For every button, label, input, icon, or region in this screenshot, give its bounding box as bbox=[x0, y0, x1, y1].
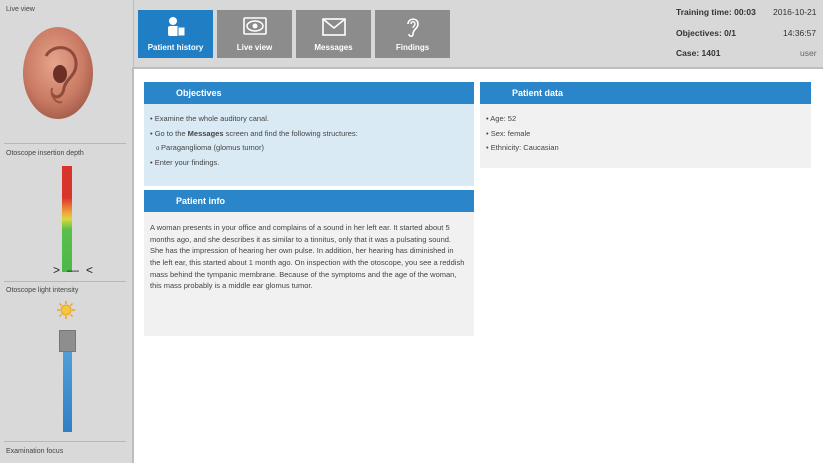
tab-live-view[interactable]: Live view bbox=[217, 10, 292, 58]
objectives-count: Objectives: 0/1 bbox=[676, 28, 737, 38]
tab-findings[interactable]: Findings bbox=[375, 10, 450, 58]
patient-ethnicity: Ethnicity: Caucasian bbox=[486, 141, 805, 156]
objective-sub-item: Paraganglioma (glomus tumor) bbox=[156, 141, 468, 156]
objective-item: Enter your findings. bbox=[150, 156, 468, 171]
sun-icon bbox=[57, 301, 75, 319]
live-view-label: Live view bbox=[6, 6, 35, 13]
patient-age: Age: 52 bbox=[486, 112, 805, 127]
insertion-depth-bar bbox=[62, 166, 72, 272]
main-content: Objectives Examine the whole auditory ca… bbox=[132, 67, 823, 463]
patient-data-panel: Patient data Age: 52 Sex: female Ethnici… bbox=[480, 82, 811, 168]
user-name: user bbox=[800, 48, 817, 58]
light-intensity-label: Otoscope light intensity bbox=[6, 287, 79, 294]
objectives-panel: Objectives Examine the whole auditory ca… bbox=[144, 82, 474, 186]
patient-sex: Sex: female bbox=[486, 127, 805, 142]
tab-label: Patient history bbox=[147, 43, 204, 52]
panel-title: Patient info bbox=[144, 190, 474, 212]
date-display: 2016-10-21 bbox=[773, 7, 817, 17]
objective-item: Go to the Messages screen and find the f… bbox=[150, 127, 468, 142]
envelope-icon bbox=[321, 18, 346, 36]
light-intensity-thumb[interactable] bbox=[59, 330, 76, 352]
panel-title: Patient data bbox=[480, 82, 811, 104]
eye-icon bbox=[242, 17, 267, 35]
ear-image bbox=[23, 27, 93, 119]
left-sidebar: Live view Otoscope insertion depth >—< O… bbox=[0, 0, 134, 463]
insertion-depth-label: Otoscope insertion depth bbox=[6, 150, 84, 157]
case-number: Case: 1401 bbox=[676, 48, 721, 58]
tab-messages[interactable]: Messages bbox=[296, 10, 371, 58]
objective-item: Examine the whole auditory canal. bbox=[150, 112, 468, 127]
patient-info-panel: Patient info A woman presents in your of… bbox=[144, 190, 474, 336]
patient-info-text: A woman presents in your office and comp… bbox=[150, 223, 465, 291]
tab-label: Live view bbox=[236, 43, 273, 52]
time-display: 14:36:57 bbox=[783, 28, 817, 38]
training-time: Training time: 00:03 bbox=[676, 7, 756, 17]
ear-icon bbox=[406, 18, 419, 38]
depth-marker[interactable]: >—< bbox=[53, 263, 100, 277]
panel-title: Objectives bbox=[144, 82, 474, 104]
tab-patient-history[interactable]: Patient history bbox=[138, 10, 213, 58]
tab-label: Messages bbox=[314, 43, 353, 52]
tab-label: Findings bbox=[395, 43, 430, 52]
examination-focus-label: Examination focus bbox=[6, 448, 64, 455]
patient-history-icon bbox=[167, 17, 185, 37]
